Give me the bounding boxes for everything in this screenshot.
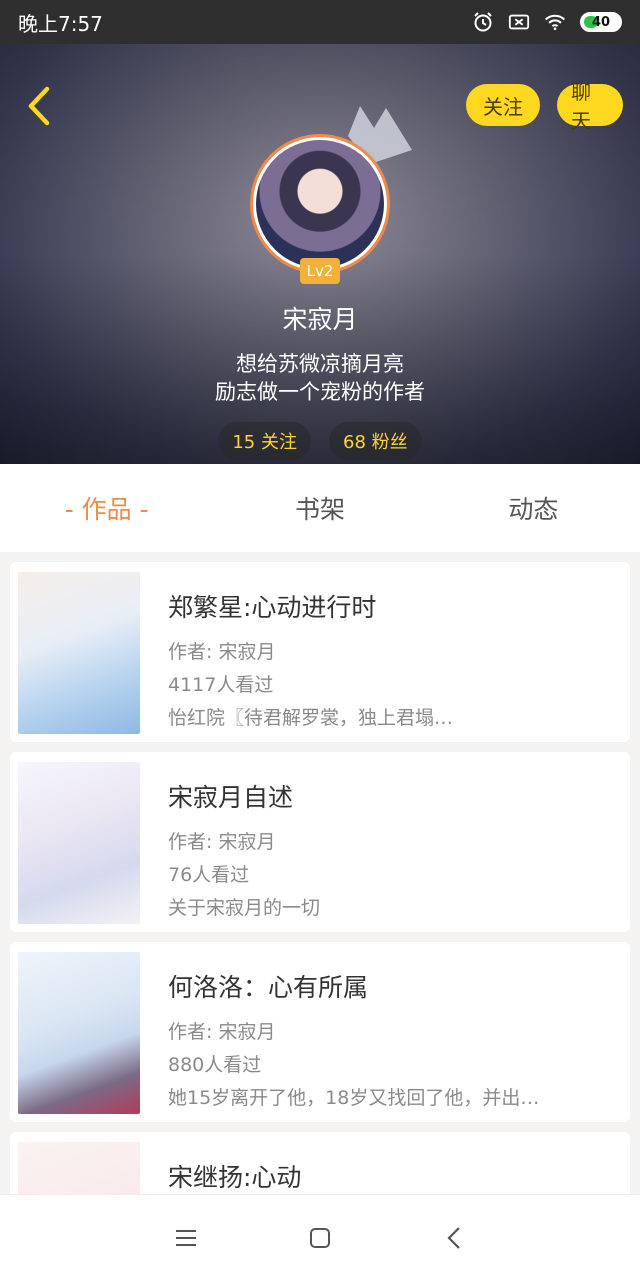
work-card[interactable]: 郑繁星:心动进行时 作者: 宋寂月 4117人看过 怡红院〖待君解罗裳，独上君塌…: [10, 562, 630, 742]
work-card[interactable]: 宋继扬:心动: [10, 1132, 630, 1194]
work-card[interactable]: 宋寂月自述 作者: 宋寂月 76人看过 关于宋寂月的一切: [10, 752, 630, 932]
following-count[interactable]: 15 关注: [218, 422, 311, 460]
sim-off-icon: [508, 11, 530, 33]
system-nav-bar: [0, 1194, 640, 1280]
work-card[interactable]: 何洛洛：心有所属 作者: 宋寂月 880人看过 她15岁离开了他，18岁又找回了…: [10, 942, 630, 1122]
work-views: 880人看过: [168, 1054, 262, 1076]
profile-header: 关注 聊天 Lv2 宋寂月 想给苏微凉摘月亮 励志做一个宠粉的作者 15 关注 …: [0, 44, 640, 464]
menu-icon: [176, 1229, 196, 1246]
follow-button[interactable]: 关注: [466, 84, 540, 126]
stats: 15 关注 68 粉丝: [0, 422, 640, 460]
nav-back-button[interactable]: [437, 1221, 471, 1255]
work-title: 何洛洛：心有所属: [168, 973, 369, 1002]
wifi-icon: [544, 11, 566, 33]
work-info: 郑繁星:心动进行时 作者: 宋寂月 4117人看过 怡红院〖待君解罗裳，独上君塌…: [168, 572, 622, 732]
book-cover: [18, 572, 140, 734]
work-author: 作者: 宋寂月: [168, 1021, 276, 1043]
status-icons: 40: [472, 11, 622, 33]
work-info: 何洛洛：心有所属 作者: 宋寂月 880人看过 她15岁离开了他，18岁又找回了…: [168, 952, 622, 1112]
battery-icon: 40: [580, 12, 622, 32]
book-cover: [18, 762, 140, 924]
username: 宋寂月: [282, 305, 358, 334]
work-views: 76人看过: [168, 864, 250, 886]
bio: 想给苏微凉摘月亮 励志做一个宠粉的作者: [0, 350, 640, 406]
nav-menu-button[interactable]: [169, 1221, 203, 1255]
avatar-image: [256, 140, 384, 268]
tab-activity[interactable]: 动态: [427, 490, 640, 526]
chat-button[interactable]: 聊天: [557, 80, 623, 133]
chevron-left-icon: [28, 86, 50, 126]
works-list: 郑繁星:心动进行时 作者: 宋寂月 4117人看过 怡红院〖待君解罗裳，独上君塌…: [0, 552, 640, 1194]
work-info: 宋寂月自述 作者: 宋寂月 76人看过 关于宋寂月的一切: [168, 762, 622, 922]
bio-line-1: 想给苏微凉摘月亮: [236, 352, 404, 376]
avatar[interactable]: [250, 134, 390, 274]
work-title: 郑繁星:心动进行时: [168, 593, 377, 622]
work-info: 宋继扬:心动: [168, 1142, 622, 1194]
bio-line-2: 励志做一个宠粉的作者: [215, 380, 425, 404]
tab-bookshelf[interactable]: 书架: [213, 490, 426, 526]
battery-level: 40: [591, 14, 611, 30]
square-icon: [310, 1227, 330, 1248]
book-cover: [18, 952, 140, 1114]
status-time: 晚上7:57: [18, 11, 103, 36]
fans-count[interactable]: 68 粉丝: [329, 422, 422, 460]
alarm-icon: [472, 11, 494, 33]
work-description: 关于宋寂月的一切: [168, 897, 321, 919]
work-description: 她15岁离开了他，18岁又找回了他，并出…: [168, 1087, 540, 1109]
back-icon: [447, 1226, 460, 1249]
work-views: 4117人看过: [168, 674, 274, 696]
book-cover: [18, 1142, 140, 1194]
work-author: 作者: 宋寂月: [168, 641, 276, 663]
level-badge: Lv2: [300, 258, 340, 284]
back-button[interactable]: [18, 84, 58, 128]
work-title: 宋继扬:心动: [168, 1163, 302, 1192]
tab-works[interactable]: - 作品 -: [0, 490, 213, 526]
work-author: 作者: 宋寂月: [168, 831, 276, 853]
work-description: 怡红院〖待君解罗裳，独上君塌…: [168, 707, 454, 729]
status-bar: 晚上7:57 40: [0, 0, 640, 44]
profile-tabs: - 作品 - 书架 动态: [0, 464, 640, 552]
work-title: 宋寂月自述: [168, 783, 294, 812]
nav-home-button[interactable]: [303, 1221, 337, 1255]
